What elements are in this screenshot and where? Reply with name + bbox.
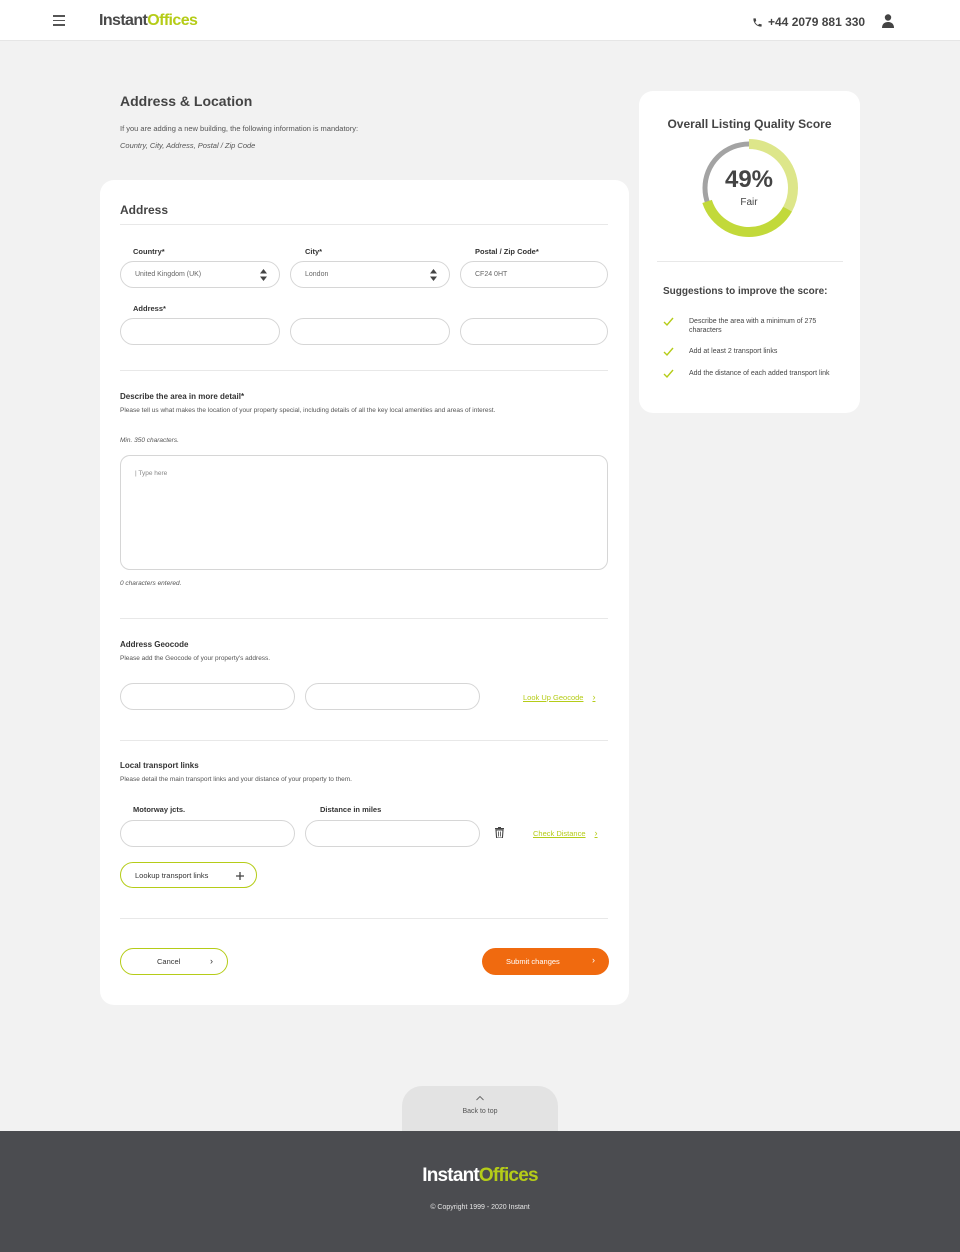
describe-textarea[interactable]: | Type here: [120, 455, 608, 570]
footer: InstantOffices © Copyright 1999 - 2020 I…: [0, 1131, 960, 1252]
chevron-right-icon: ›: [594, 828, 598, 838]
sort-arrows-icon: [260, 269, 267, 281]
postal-label: Postal / Zip Code*: [475, 247, 539, 256]
divider: [657, 261, 843, 262]
divider: [120, 224, 608, 225]
city-select[interactable]: London: [290, 261, 450, 288]
trash-icon[interactable]: [495, 827, 504, 838]
menu-icon[interactable]: [53, 15, 65, 26]
cancel-button[interactable]: Cancel ›: [120, 948, 228, 975]
address-title: Address: [120, 203, 169, 217]
longitude-input[interactable]: [305, 683, 480, 710]
top-bar: InstantOffices +44 2079 881 330: [0, 0, 960, 41]
sort-arrows-icon: [430, 269, 437, 281]
postal-value: CF24 0HT: [475, 271, 508, 278]
character-count: 0 characters entered.: [120, 580, 182, 587]
suggestion-text: Add at least 2 transport links: [689, 348, 778, 355]
check-icon: [663, 317, 674, 327]
describe-title: Describe the area in more detail*: [120, 392, 245, 401]
city-label: City*: [305, 247, 323, 256]
check-icon: [663, 347, 674, 357]
user-icon[interactable]: [882, 14, 894, 28]
address-line1-input[interactable]: [120, 318, 280, 345]
geocode-title: Address Geocode: [120, 640, 189, 649]
submit-changes-button[interactable]: Submit changes ›: [482, 948, 609, 975]
page-title: Address & Location: [120, 93, 253, 109]
lookup-transport-links-button[interactable]: Lookup transport links: [120, 862, 257, 888]
footer-logo-part2: Offices: [478, 1165, 539, 1186]
suggestion-text: Add the distance of each added transport…: [689, 370, 830, 377]
suggestion-item: Describe the area with a minimum of 275 …: [663, 317, 843, 335]
cancel-label: Cancel: [157, 957, 181, 966]
divider: [120, 740, 608, 741]
address-line2-input[interactable]: [290, 318, 450, 345]
address-line3-input[interactable]: [460, 318, 608, 345]
lookup-transport-label: Lookup transport links: [135, 870, 209, 880]
postal-input[interactable]: CF24 0HT: [460, 261, 608, 288]
check-distance-link[interactable]: Check Distance ›: [533, 828, 598, 838]
describe-text: Please tell us what makes the location o…: [120, 407, 496, 414]
look-up-geocode-label: Look Up Geocode: [523, 692, 584, 702]
divider: [120, 370, 608, 371]
motorway-input[interactable]: [120, 820, 295, 847]
chevron-right-icon: ›: [210, 956, 213, 966]
suggestion-item: Add the distance of each added transport…: [663, 369, 843, 379]
address-card: Address Country* City* Postal / Zip Code…: [100, 180, 629, 1005]
phone-number: +44 2079 881 330: [768, 15, 866, 29]
suggestion-item: Add at least 2 transport links: [663, 347, 843, 357]
quality-score-card: Overall Listing Quality Score 49% Fair S…: [639, 91, 860, 413]
distance-label: Distance in miles: [320, 805, 382, 814]
transport-title: Local transport links: [120, 761, 199, 770]
logo-part1: Instant: [99, 12, 148, 29]
city-value: London: [305, 271, 329, 278]
geocode-text: Please add the Geocode of your property'…: [120, 655, 271, 662]
chevron-right-icon: ›: [592, 955, 595, 965]
check-distance-label: Check Distance: [533, 828, 586, 838]
mandatory-fields: Country, City, Address, Postal / Zip Cod…: [120, 141, 256, 150]
country-select[interactable]: United Kingdom (UK): [120, 261, 280, 288]
score-percent: 49%: [724, 166, 774, 193]
check-icon: [663, 369, 674, 379]
address-label: Address*: [133, 304, 166, 313]
distance-input[interactable]: [305, 820, 480, 847]
back-to-top-button[interactable]: Back to top: [402, 1086, 558, 1131]
chevron-up-icon: [476, 1095, 484, 1101]
suggestion-text: Describe the area with a minimum of 275 …: [689, 318, 817, 334]
logo-part2: Offices: [147, 12, 198, 29]
divider: [120, 918, 608, 919]
submit-label: Submit changes: [506, 957, 560, 966]
phone-link[interactable]: +44 2079 881 330: [752, 15, 865, 29]
footer-logo[interactable]: InstantOffices: [0, 1165, 960, 1187]
transport-text: Please detail the main transport links a…: [120, 776, 352, 783]
look-up-geocode-link[interactable]: Look Up Geocode ›: [523, 692, 595, 702]
divider: [120, 618, 608, 619]
score-title: Overall Listing Quality Score: [667, 117, 832, 131]
score-rating: Fair: [740, 197, 758, 208]
back-to-top-label: Back to top: [462, 1108, 498, 1115]
country-label: Country*: [133, 247, 165, 256]
plus-icon: [236, 872, 244, 880]
intro-text: If you are adding a new building, the fo…: [120, 124, 359, 133]
copyright: © Copyright 1999 - 2020 Instant: [430, 1204, 530, 1211]
latitude-input[interactable]: [120, 683, 295, 710]
logo[interactable]: InstantOffices: [99, 12, 198, 30]
phone-icon: [753, 17, 762, 27]
country-value: United Kingdom (UK): [135, 271, 202, 278]
motorway-label: Motorway jcts.: [133, 805, 186, 814]
suggestions-title: Suggestions to improve the score:: [663, 286, 828, 297]
footer-logo-part1: Instant: [422, 1165, 479, 1186]
chevron-right-icon: ›: [592, 692, 596, 702]
min-characters-note: Min. 350 characters.: [120, 437, 179, 444]
textarea-placeholder: | Type here: [135, 470, 168, 477]
